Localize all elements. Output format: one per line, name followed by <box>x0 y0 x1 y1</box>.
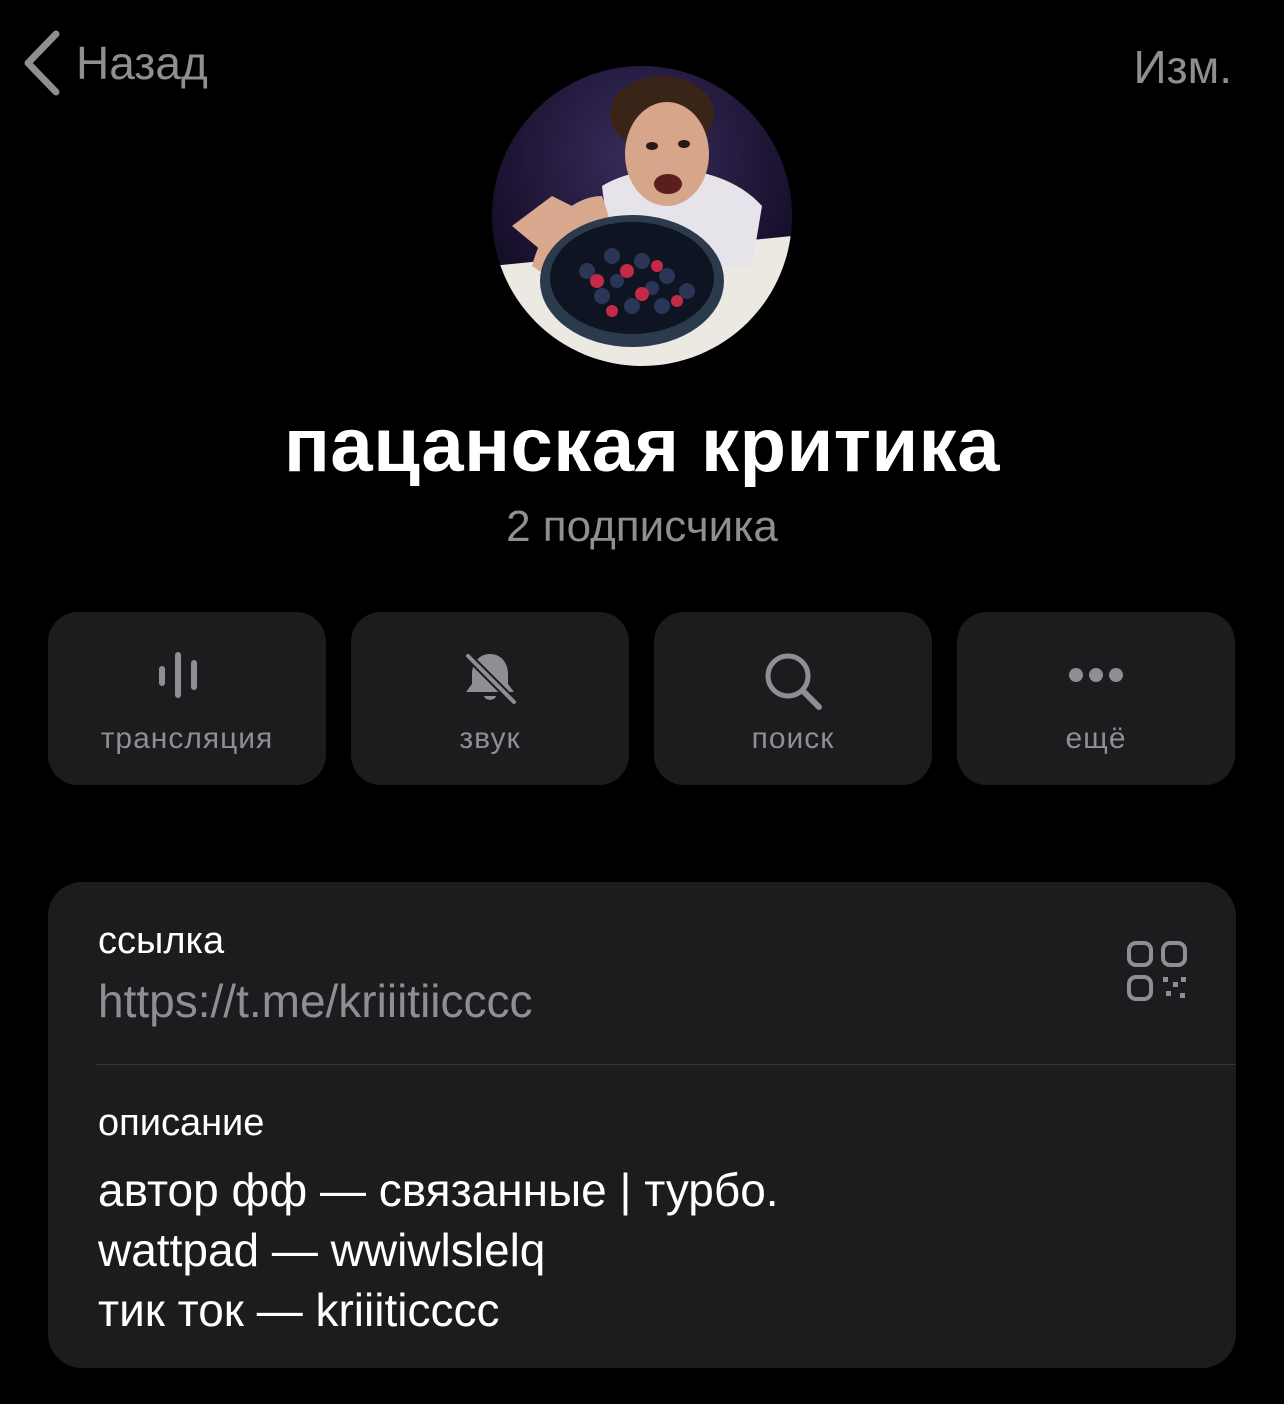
description-line: wattpad — wwiwlslelq <box>98 1224 546 1276</box>
channel-avatar[interactable] <box>492 66 792 366</box>
search-icon <box>765 653 822 710</box>
back-label: Назад <box>76 37 208 89</box>
channel-description: автор фф — связанные | турбо. wattpad — … <box>98 1160 779 1340</box>
subscriber-count: 2 подписчика <box>506 502 778 551</box>
chevron-left-icon <box>24 30 60 96</box>
qr-code-button[interactable] <box>1126 940 1188 1007</box>
search-label: поиск <box>751 722 835 755</box>
sound-button[interactable]: звук <box>351 612 629 785</box>
bell-slash-icon <box>464 652 518 706</box>
action-buttons-row: трансляция звук поиск ещё <box>48 612 1235 785</box>
live-stream-button[interactable]: трансляция <box>48 612 326 785</box>
more-dots-icon <box>1069 668 1123 682</box>
live-stream-icon <box>159 652 197 698</box>
more-button[interactable]: ещё <box>957 612 1235 785</box>
channel-link[interactable]: https://t.me/kriiitiicccc <box>98 974 533 1028</box>
sound-label: звук <box>459 722 521 755</box>
description-line: тик ток — kriiiticccc <box>98 1284 500 1336</box>
avatar-photo <box>492 66 792 366</box>
edit-button[interactable]: Изм. <box>1133 40 1232 94</box>
link-section-title: ссылка <box>98 920 225 962</box>
channel-info-card: ссылка https://t.me/kriiitiicccc описани… <box>48 882 1236 1368</box>
description-section-title: описание <box>98 1102 265 1144</box>
back-button[interactable]: Назад <box>22 30 208 96</box>
card-divider <box>96 1064 1236 1065</box>
qr-code-icon <box>1127 941 1187 1001</box>
more-label: ещё <box>1065 722 1127 755</box>
live-stream-label: трансляция <box>100 722 274 755</box>
description-line: автор фф — связанные | турбо. <box>98 1164 779 1216</box>
channel-profile-screen: Назад Изм. пацанская критика 2 подписчик… <box>0 0 1284 1404</box>
channel-title: пацанская критика <box>284 403 1000 488</box>
search-button[interactable]: поиск <box>654 612 932 785</box>
